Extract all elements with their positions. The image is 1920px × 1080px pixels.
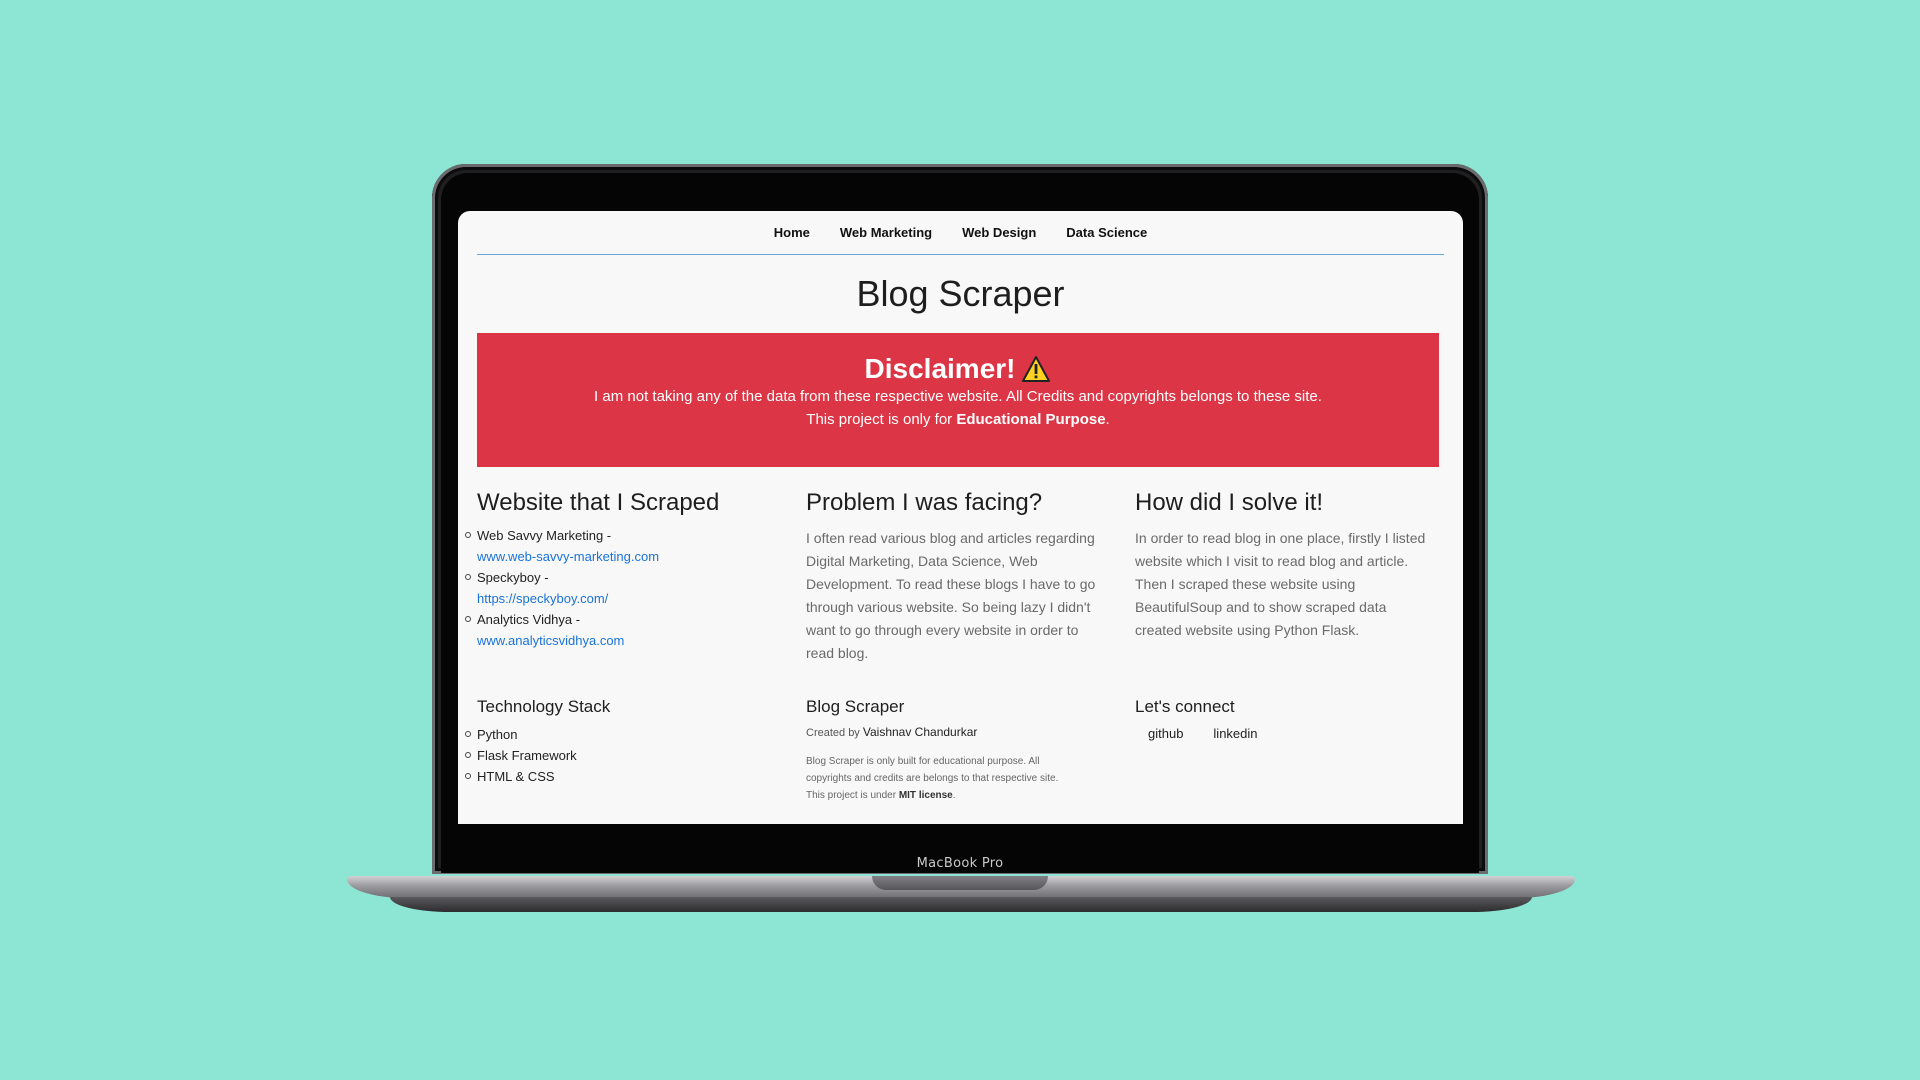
solution-section: How did I solve it! In order to read blo… (1135, 489, 1435, 642)
problem-section: Problem I was facing? I often read vario… (806, 489, 1106, 665)
site-name: Analytics Vidhya - (477, 612, 581, 627)
solution-text: In order to read blog in one place, firs… (1135, 530, 1426, 638)
tech-stack-list: Python Flask Framework HTML & CSS (465, 724, 777, 787)
author-name: Vaishnav Chandurkar (862, 725, 978, 739)
created-by-label: Created by (806, 727, 863, 739)
mit-license: MIT license (898, 790, 953, 801)
list-item: Speckyboy - https://speckyboy.com/ (465, 567, 777, 609)
list-item: HTML & CSS (465, 766, 777, 787)
browser-viewport: Home Web Marketing Web Design Data Scien… (458, 211, 1463, 824)
linkedin-link[interactable]: linkedin (1213, 726, 1257, 741)
websites-list: Web Savvy Marketing - www.web-savvy-marke… (465, 525, 777, 651)
connect-section: Let's connect github linkedin (1135, 697, 1435, 741)
laptop-frame: MacBook Pro Home Web Marketing Web Desig… (0, 0, 1920, 1080)
note-line-3-suffix: . (952, 790, 956, 801)
disclaimer-purpose: This project is only for Educational Pur… (477, 408, 1439, 431)
tech-stack-heading: Technology Stack (477, 697, 611, 716)
educational-purpose: Educational Purpose (956, 411, 1106, 428)
list-item: Analytics Vidhya - www.analyticsvidhya.co… (465, 609, 777, 651)
github-link[interactable]: github (1148, 726, 1183, 741)
disclaimer-banner: Disclaimer! I am not taking any of the d… (477, 333, 1439, 467)
problem-heading: Problem I was facing? (806, 489, 1043, 516)
disclaimer-purpose-prefix: This project is only for (806, 411, 957, 428)
site-name: Web Savvy Marketing - (477, 528, 612, 543)
site-link[interactable]: www.analyticsvidhya.com (477, 633, 624, 648)
problem-text: I often read various blog and articles r… (806, 530, 1096, 661)
nav-home[interactable]: Home (774, 225, 810, 240)
site-name: Speckyboy - (477, 570, 549, 585)
warning-icon (1022, 356, 1051, 382)
solution-heading: How did I solve it! (1135, 489, 1324, 516)
note-line-1: Blog Scraper is only built for education… (806, 756, 1040, 767)
about-section: Blog Scraper Created by Vaishnav Chandur… (806, 697, 1106, 804)
created-by: Created by Vaishnav Chandurkar (806, 725, 1106, 739)
websites-heading: Website that I Scraped (477, 489, 720, 516)
list-item: Web Savvy Marketing - www.web-savvy-marke… (465, 525, 777, 567)
list-item: Flask Framework (465, 745, 777, 766)
tech-stack-section: Technology Stack Python Flask Framework … (465, 697, 777, 787)
disclaimer-purpose-suffix: . (1105, 411, 1110, 428)
connect-heading: Let's connect (1135, 697, 1235, 716)
about-heading: Blog Scraper (806, 697, 905, 716)
license-note: Blog Scraper is only built for education… (806, 753, 1096, 804)
note-line-3: This project is under (806, 790, 899, 801)
websites-section: Website that I Scraped Web Savvy Marketi… (465, 489, 777, 651)
note-line-2: copyrights and credits are belongs to th… (806, 773, 1059, 784)
nav-data-science[interactable]: Data Science (1066, 225, 1147, 240)
nav-web-design[interactable]: Web Design (962, 225, 1036, 240)
page-title: Blog Scraper (856, 273, 1065, 314)
disclaimer-title: Disclaimer! (864, 353, 1016, 384)
disclaimer-heading: Disclaimer! (477, 353, 1439, 385)
site-link[interactable]: https://speckyboy.com/ (477, 591, 608, 606)
device-label: MacBook Pro (916, 856, 1004, 871)
disclaimer-text: I am not taking any of the data from the… (594, 388, 1322, 405)
social-links: github linkedin (1135, 726, 1435, 741)
site-link[interactable]: www.web-savvy-marketing.com (477, 549, 659, 564)
top-nav: Home Web Marketing Web Design Data Scien… (477, 211, 1444, 255)
laptop-notch (872, 876, 1048, 890)
list-item: Python (465, 724, 777, 745)
nav-web-marketing[interactable]: Web Marketing (840, 225, 932, 240)
laptop-base-edge (390, 897, 1532, 912)
